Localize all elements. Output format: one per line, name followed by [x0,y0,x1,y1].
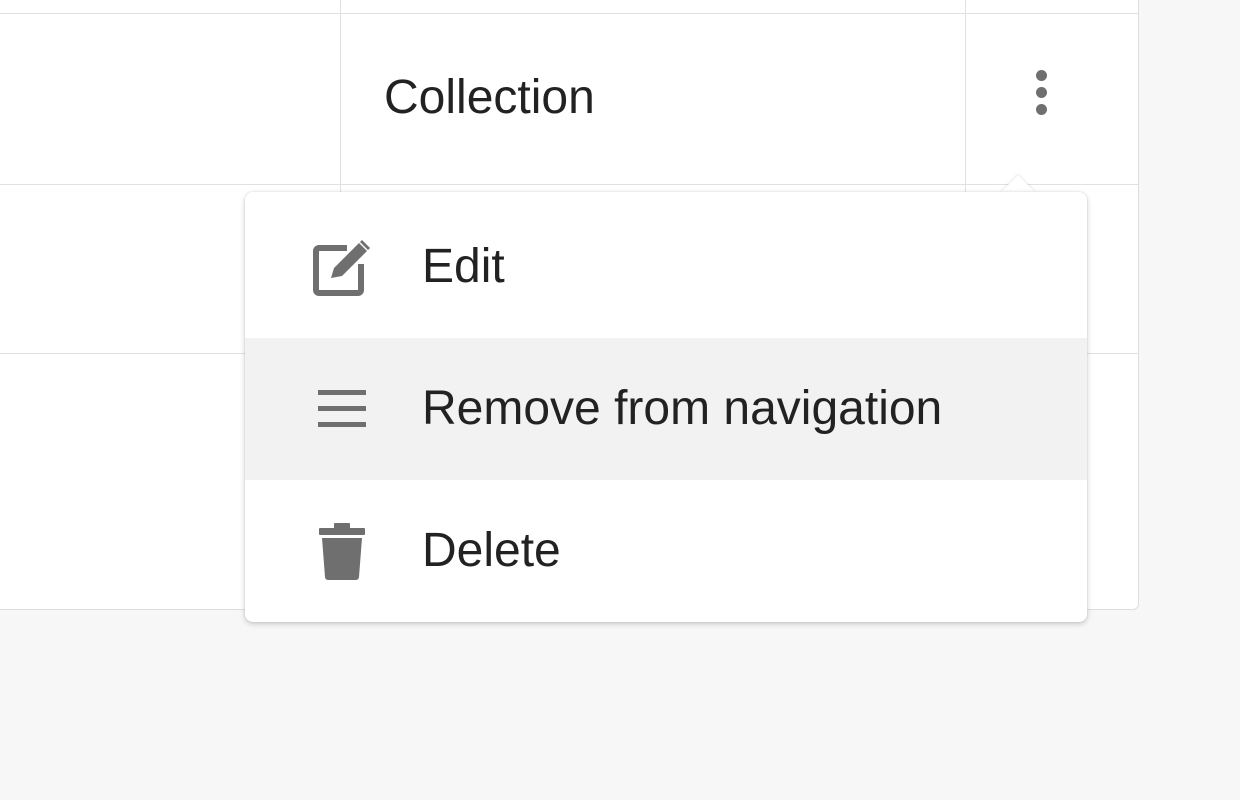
menu-item-label: Delete [422,524,561,577]
menu-item-label: Edit [422,240,505,293]
table-row-divider [0,184,1138,185]
menu-item-label: Remove from navigation [422,382,943,435]
menu-item-remove-from-navigation[interactable]: Remove from navigation [245,338,1087,480]
menu-item-delete[interactable]: Delete [245,480,1087,622]
row-actions-menu: Edit Remove from navigation Delete [245,192,1087,622]
table-row-divider [0,13,1138,14]
row-actions-button[interactable] [1016,64,1066,134]
menu-item-edit[interactable]: Edit [245,196,1087,338]
menu-lines-icon [311,378,373,440]
table-cell-type: Collection [384,71,595,124]
trash-icon [311,520,373,582]
edit-icon [311,236,373,298]
menu-pointer [1000,175,1036,193]
